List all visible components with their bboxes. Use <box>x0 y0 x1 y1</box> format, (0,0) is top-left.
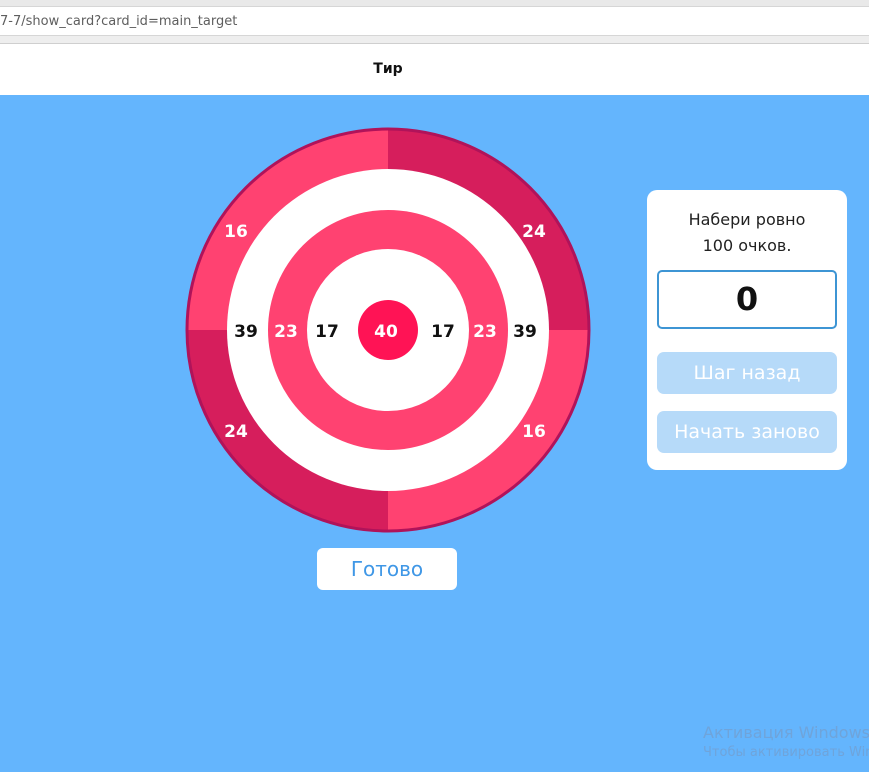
address-url[interactable]: 7-7/show_card?card_id=main_target <box>0 14 237 29</box>
watermark-line-2: Чтобы активировать Windows <box>703 745 869 760</box>
restart-button[interactable]: Начать заново <box>657 411 837 453</box>
watermark-line-1: Активация Windows <box>703 723 869 742</box>
browser-divider <box>0 36 869 44</box>
label-outer-bottom-right: 16 <box>522 422 546 442</box>
windows-activation-watermark: Активация Windows Чтобы активировать Win… <box>703 723 869 763</box>
label-pink-left: 23 <box>274 322 298 342</box>
page-header: Тир <box>0 44 869 95</box>
score-panel: Набери ровно 100 очков. 0 Шаг назад Нача… <box>647 190 847 470</box>
label-white-left: 39 <box>234 322 258 342</box>
step-back-button[interactable]: Шаг назад <box>657 352 837 394</box>
done-button[interactable]: Готово <box>317 548 457 590</box>
target-svg: 16 24 24 16 39 39 23 23 17 17 40 <box>185 127 591 533</box>
task-line-1: Набери ровно <box>688 210 806 229</box>
label-inner-white-left: 17 <box>315 322 339 342</box>
label-outer-top-right: 24 <box>522 222 546 242</box>
score-display: 0 <box>657 270 837 329</box>
label-inner-white-right: 17 <box>431 322 455 342</box>
page-title: Тир <box>373 61 403 77</box>
task-line-2: 100 очков. <box>702 236 792 255</box>
label-outer-top-left: 16 <box>224 222 248 242</box>
label-pink-right: 23 <box>473 322 497 342</box>
address-bar[interactable]: 7-7/show_card?card_id=main_target <box>0 6 869 36</box>
task-text: Набери ровно 100 очков. <box>647 207 847 259</box>
label-white-right: 39 <box>513 322 537 342</box>
label-bullseye: 40 <box>374 322 398 342</box>
label-outer-bottom-left: 24 <box>224 422 248 442</box>
target-board: 16 24 24 16 39 39 23 23 17 17 40 <box>185 127 591 533</box>
